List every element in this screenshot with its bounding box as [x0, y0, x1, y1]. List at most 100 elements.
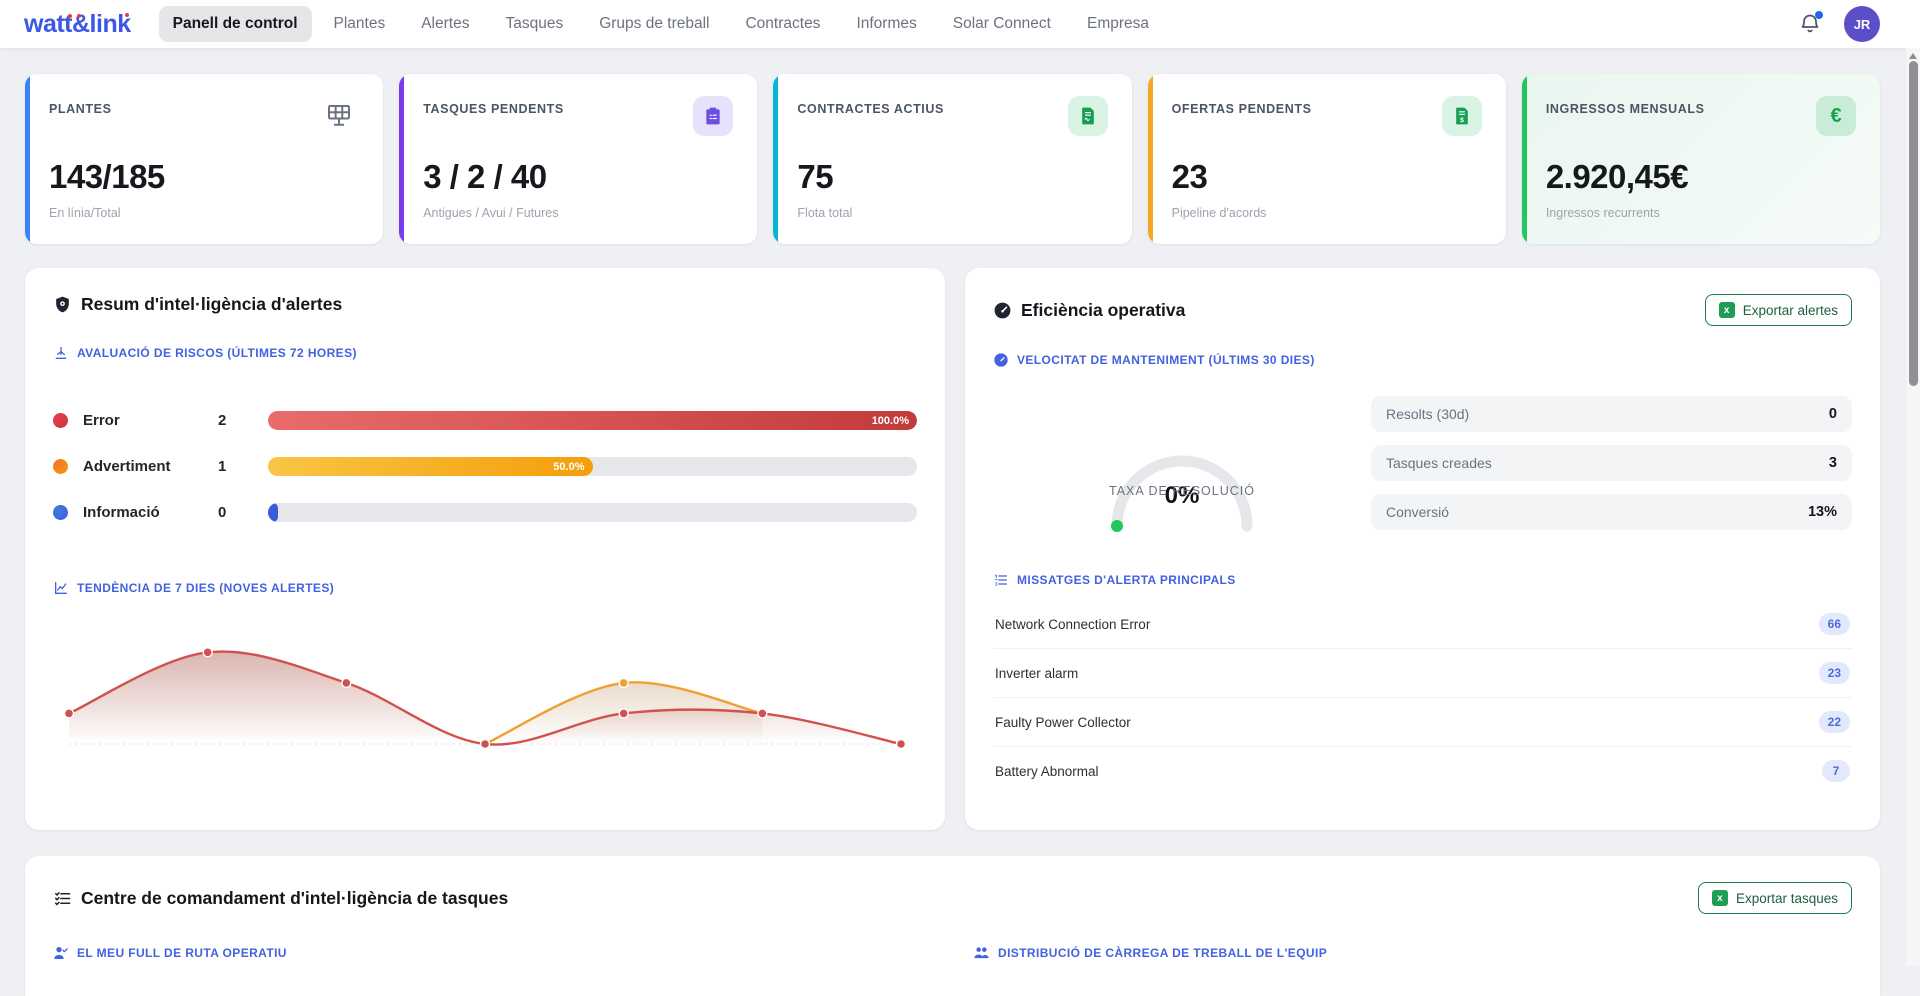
roadmap-subheader: EL MEU FULL DE RUTA OPERATIU	[77, 946, 287, 960]
tasks-command-center-panel: Centre de comandament d'intel·ligència d…	[25, 856, 1880, 996]
app-logo[interactable]: watt&link	[24, 10, 131, 39]
notification-dot	[1815, 11, 1823, 19]
euro-icon: €	[1816, 96, 1856, 136]
stat-card-plantes[interactable]: PLANTES 143/185 En línia/Total	[25, 74, 383, 244]
alerts-intelligence-panel: Resum d'intel·ligència d'alertes AVALUAC…	[25, 268, 945, 830]
stat-card-value: 3 / 2 / 40	[423, 158, 733, 196]
nav-item-grups-de-treball[interactable]: Grups de treball	[585, 6, 723, 42]
alert-message-label: Battery Abnormal	[995, 764, 1099, 779]
stat-card-label: CONTRACTES ACTIUS	[797, 96, 944, 116]
team-icon	[973, 944, 990, 961]
speedometer-icon	[993, 301, 1012, 320]
export-tasks-button[interactable]: x Exportar tasques	[1698, 882, 1852, 914]
clipboard-icon	[693, 96, 733, 136]
alert-message-row[interactable]: Faulty Power Collector 22	[993, 698, 1852, 747]
nav-item-empresa[interactable]: Empresa	[1073, 6, 1163, 42]
risk-pct-label: 50.0%	[553, 461, 584, 473]
main-nav: Panell de control Plantes Alertes Tasque…	[159, 6, 1798, 42]
stat-label: Tasques creades	[1386, 455, 1492, 471]
stat-card-subtitle: En línia/Total	[49, 206, 359, 220]
stat-cards-row: PLANTES 143/185 En línia/Total TASQUES P…	[25, 74, 1880, 244]
stat-conversio: Conversió 13%	[1371, 494, 1852, 530]
nav-item-alertes[interactable]: Alertes	[407, 6, 483, 42]
page-scrollbar[interactable]	[1905, 48, 1920, 966]
risk-progress-bar: 50.0%	[268, 457, 917, 476]
user-avatar[interactable]: JR	[1844, 6, 1880, 42]
stat-card-subtitle: Pipeline d'acords	[1172, 206, 1482, 220]
risk-bars: Error 2 100.0% Advertiment 1 50.0%	[53, 411, 917, 522]
risk-section-title: AVALUACIÓ DE RISCOS (ÚLTIMES 72 HORES)	[77, 346, 357, 360]
stat-card-ingressos-mensuals[interactable]: INGRESSOS MENSUALS € 2.920,45€ Ingressos…	[1522, 74, 1880, 244]
workload-subheader: DISTRIBUCIÓ DE CÀRREGA DE TREBALL DE L'E…	[998, 946, 1327, 960]
stat-card-ofertas-pendents[interactable]: OFERTAS PENDENTS $ 23 Pipeline d'acords	[1148, 74, 1506, 244]
stat-resolts-30d: Resolts (30d) 0	[1371, 396, 1852, 432]
scrollbar-thumb[interactable]	[1909, 61, 1918, 386]
stat-tasques-creades: Tasques creades 3	[1371, 445, 1852, 481]
risk-row-error: Error 2 100.0%	[53, 411, 917, 430]
seven-day-trend-chart	[53, 604, 917, 776]
alert-count-badge: 23	[1819, 662, 1850, 684]
gauge-caption: TAXA DE RESOLUCIÓ	[1109, 484, 1255, 498]
logo-dot	[125, 13, 129, 17]
nav-item-panell-de-control[interactable]: Panell de control	[159, 6, 312, 42]
alert-message-row[interactable]: Network Connection Error 66	[993, 600, 1852, 649]
alert-message-label: Faulty Power Collector	[995, 715, 1131, 730]
notifications-bell-icon[interactable]	[1798, 12, 1822, 36]
person-check-icon	[53, 945, 69, 961]
excel-file-icon: x	[1719, 302, 1735, 318]
stat-card-subtitle: Antigues / Avui / Futures	[423, 206, 733, 220]
stat-label: Resolts (30d)	[1386, 406, 1469, 422]
trend-chart-icon	[53, 580, 69, 596]
offer-file-icon: $	[1442, 96, 1482, 136]
stat-card-label: TASQUES PENDENTS	[423, 96, 564, 116]
alert-message-label: Network Connection Error	[995, 617, 1150, 632]
velocity-gauge-icon	[993, 352, 1009, 368]
stat-card-label: OFERTAS PENDENTS	[1172, 96, 1312, 116]
risk-progress-bar	[268, 503, 917, 522]
stat-card-label: PLANTES	[49, 96, 112, 116]
stat-value: 3	[1829, 455, 1837, 471]
stat-card-value: 75	[797, 158, 1107, 196]
stat-card-contractes-actius[interactable]: CONTRACTES ACTIUS 75 Flota total	[773, 74, 1131, 244]
alert-message-row[interactable]: Battery Abnormal 7	[993, 747, 1852, 795]
trend-section-title: TENDÈNCIA DE 7 DIES (NOVES ALERTES)	[77, 581, 334, 595]
risk-pct-label: 100.0%	[872, 415, 909, 427]
alert-count-badge: 7	[1822, 760, 1850, 782]
export-alerts-button[interactable]: x Exportar alertes	[1705, 294, 1852, 326]
velocity-section-title: VELOCITAT DE MANTENIMENT (ÚLTIMS 30 DIES…	[1017, 353, 1315, 367]
risk-row-advertiment: Advertiment 1 50.0%	[53, 457, 917, 476]
error-dot-icon	[53, 413, 68, 428]
svg-text:$: $	[1460, 117, 1464, 124]
nav-item-contractes[interactable]: Contractes	[731, 6, 834, 42]
warning-dot-icon	[53, 459, 68, 474]
alert-count-badge: 66	[1819, 613, 1850, 635]
stat-card-tasques-pendents[interactable]: TASQUES PENDENTS 3 / 2 / 40 Antigues / A…	[399, 74, 757, 244]
dashboard-content: PLANTES 143/185 En línia/Total TASQUES P…	[0, 48, 1906, 996]
stat-card-value: 23	[1172, 158, 1482, 196]
risk-label: Advertiment	[83, 458, 218, 475]
scrollbar-up-arrow[interactable]	[1909, 53, 1917, 59]
alert-messages-list: Network Connection Error 66 Inverter ala…	[993, 600, 1852, 795]
alert-message-row[interactable]: Inverter alarm 23	[993, 649, 1852, 698]
stat-label: Conversió	[1386, 504, 1449, 520]
task-list-icon	[53, 889, 72, 908]
excel-file-icon: x	[1712, 890, 1728, 906]
numbered-list-icon	[993, 572, 1009, 588]
maintenance-stats: Resolts (30d) 0 Tasques creades 3 Conver…	[1371, 396, 1852, 530]
nav-item-solar-connect[interactable]: Solar Connect	[939, 6, 1065, 42]
resolution-rate-gauge: 0% TAXA DE RESOLUCIÓ	[993, 428, 1371, 498]
risk-count: 2	[218, 412, 268, 429]
stat-card-value: 143/185	[49, 158, 359, 196]
nav-item-plantes[interactable]: Plantes	[320, 6, 400, 42]
panel-title: Resum d'intel·ligència d'alertes	[81, 294, 342, 315]
risk-count: 1	[218, 458, 268, 475]
risk-scale-icon	[53, 345, 69, 361]
risk-label: Informació	[83, 504, 218, 521]
risk-count: 0	[218, 504, 268, 521]
nav-item-informes[interactable]: Informes	[842, 6, 930, 42]
top-navigation-bar: watt&link Panell de control Plantes Aler…	[0, 0, 1920, 48]
stat-card-value: 2.920,45€	[1546, 158, 1856, 196]
stat-card-subtitle: Ingressos recurrents	[1546, 206, 1856, 220]
nav-item-tasques[interactable]: Tasques	[491, 6, 577, 42]
operational-efficiency-panel: Eficiència operativa x Exportar alertes …	[965, 268, 1880, 830]
